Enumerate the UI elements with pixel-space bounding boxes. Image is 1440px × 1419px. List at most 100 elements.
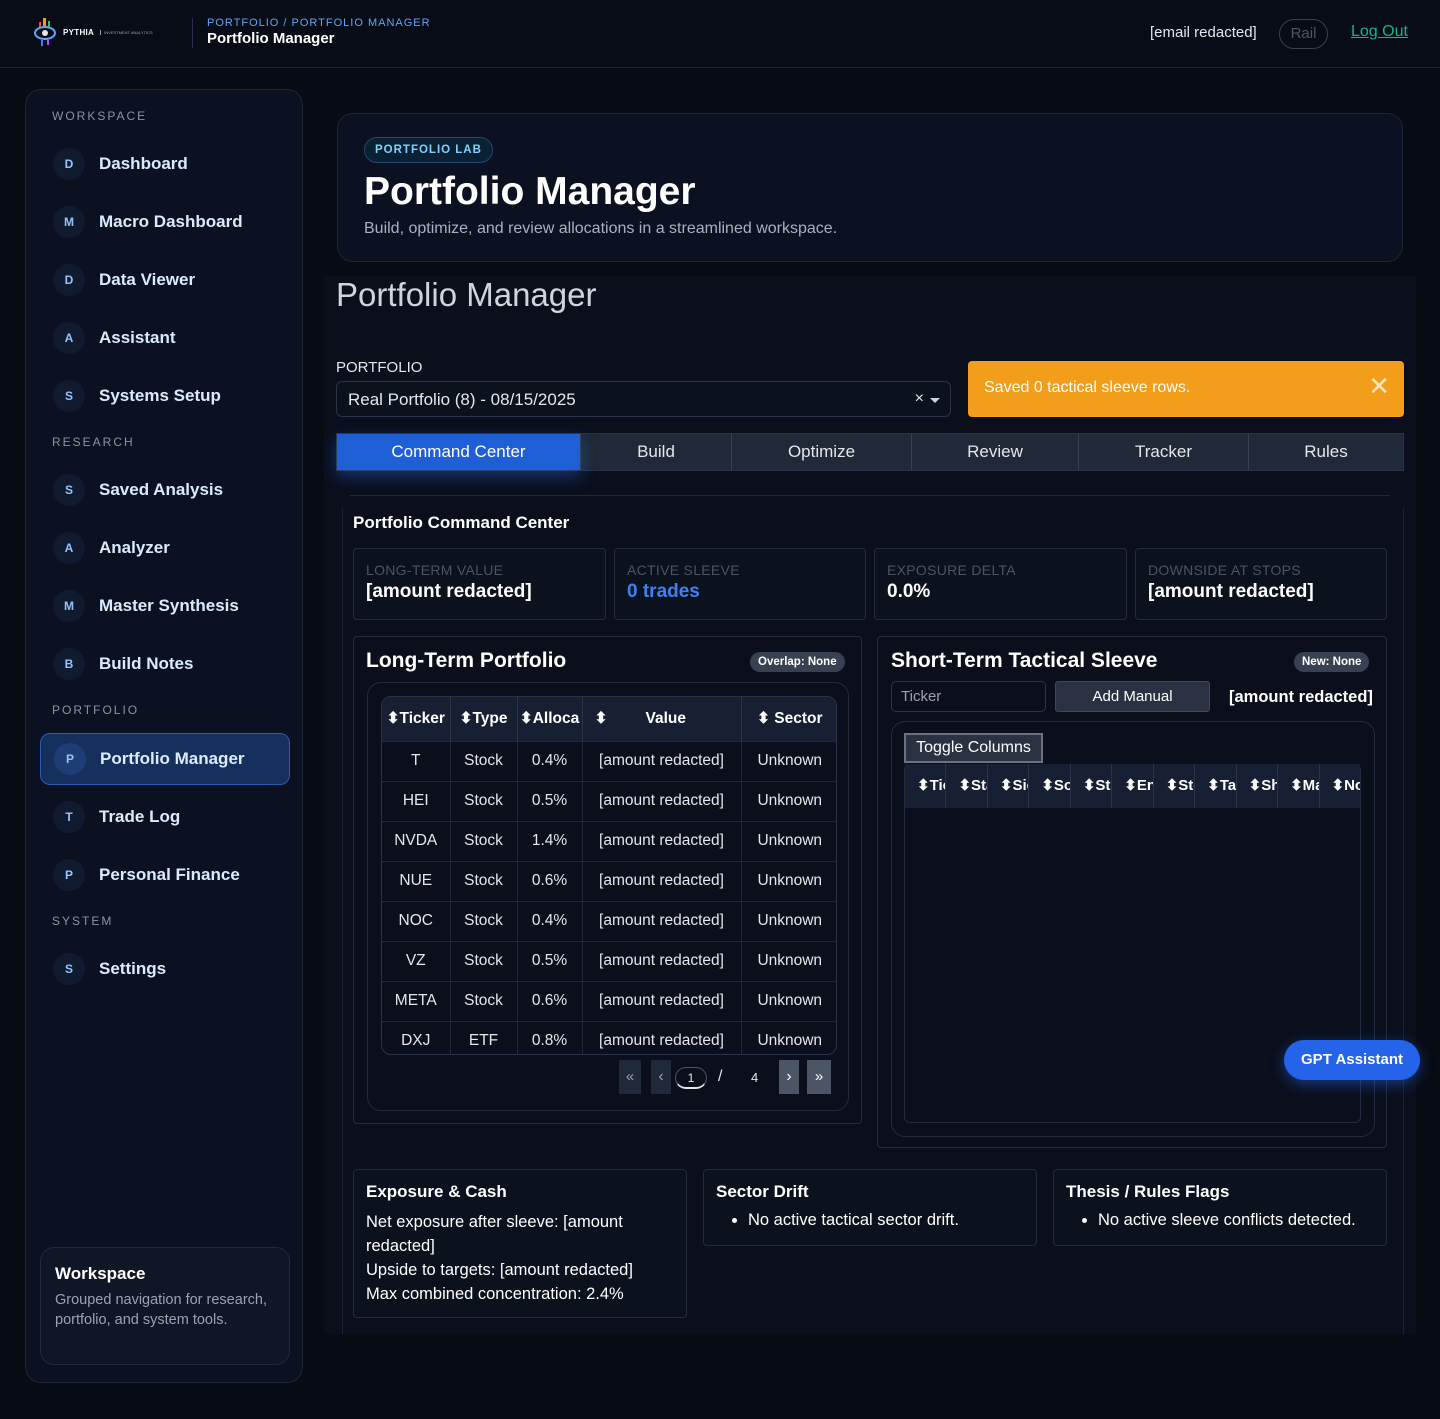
col-ticker[interactable]: ⬍Ticker (382, 697, 451, 741)
nav-badge: A (53, 532, 85, 564)
cell-sector: Unknown (741, 900, 836, 941)
table-row[interactable]: META Stock 0.6% [amount redacted] Unknown (382, 980, 836, 1021)
card-line: Max combined concentration: 2.4% (366, 1285, 624, 1303)
tab-optimize[interactable]: Optimize (732, 434, 912, 470)
sidebar-item-saved-analysis[interactable]: S Saved Analysis (40, 464, 290, 516)
sidebar-item-analyzer[interactable]: A Analyzer (40, 522, 290, 574)
card-list: No active tactical sector drift. (716, 1208, 1024, 1232)
add-manual-button[interactable]: Add Manual (1055, 681, 1210, 712)
sidebar-item-label: Saved Analysis (99, 480, 224, 499)
long-term-portfolio-panel: Long-Term Portfolio Overlap: None ⬍Ticke… (353, 636, 862, 1124)
cell-value: [amount redacted] (582, 980, 742, 1021)
ticker-input[interactable]: Ticker (891, 681, 1046, 712)
col-side[interactable]: ⬍Sic (988, 764, 1030, 808)
sidebar-item-build-notes[interactable]: B Build Notes (40, 638, 290, 690)
table-row[interactable]: HEI Stock 0.5% [amount redacted] Unknown (382, 780, 836, 821)
user-email: [email redacted] (1150, 24, 1257, 41)
cell-allocation: 0.6% (517, 860, 583, 901)
table-row[interactable]: NVDA Stock 1.4% [amount redacted] Unknown (382, 820, 836, 861)
last-page-button[interactable]: » (807, 1060, 831, 1094)
kpi-value: [amount redacted] (1148, 581, 1314, 602)
table-row[interactable]: T Stock 0.4% [amount redacted] Unknown (382, 740, 836, 781)
cell-value: [amount redacted] (582, 780, 742, 821)
logo-subtext: INVESTMENT ANALYTICS (100, 29, 153, 35)
cell-sector: Unknown (741, 860, 836, 901)
col-type[interactable]: ⬍Type (450, 697, 518, 741)
col-notes[interactable]: ⬍No (1320, 764, 1360, 808)
col-target[interactable]: ⬍Ta (1195, 764, 1237, 808)
gpt-assistant-button[interactable]: GPT Assistant (1284, 1040, 1420, 1080)
sidebar-item-systems-setup[interactable]: S Systems Setup (40, 370, 290, 422)
nav-badge: D (53, 148, 85, 180)
close-icon[interactable]: ✕ (1368, 373, 1390, 399)
sidebar-item-trade-log[interactable]: T Trade Log (40, 791, 290, 843)
tab-bar: Command Center Build Optimize Review Tra… (336, 433, 1404, 471)
sidebar-item-portfolio-manager[interactable]: P Portfolio Manager (40, 733, 290, 785)
sidebar-item-settings[interactable]: S Settings (40, 943, 290, 995)
sidebar-item-data-viewer[interactable]: D Data Viewer (40, 254, 290, 306)
clear-icon[interactable]: × (915, 390, 924, 408)
col-source[interactable]: ⬍So (1029, 764, 1071, 808)
table-row[interactable]: NOC Stock 0.4% [amount redacted] Unknown (382, 900, 836, 941)
col-allocation[interactable]: ⬍Alloca (517, 697, 583, 741)
nav-badge: A (53, 322, 85, 354)
kpi-value: 0.0% (887, 581, 931, 602)
sector-drift-card: Sector Drift No active tactical sector d… (703, 1169, 1037, 1246)
section-divider (350, 495, 1390, 496)
sort-icon: ⬍ (594, 710, 608, 728)
sidebar-item-dashboard[interactable]: D Dashboard (40, 138, 290, 190)
tab-tracker[interactable]: Tracker (1079, 434, 1249, 470)
prev-page-button[interactable]: ‹ (651, 1060, 671, 1094)
nav-badge: M (53, 206, 85, 238)
sidebar-item-assistant[interactable]: A Assistant (40, 312, 290, 364)
sidebar-item-label: Dashboard (99, 154, 188, 173)
card-body: Net exposure after sleeve: [amount redac… (366, 1210, 674, 1306)
col-entry[interactable]: ⬍En (1112, 764, 1154, 808)
cell-sector: Unknown (741, 980, 836, 1021)
tab-rules[interactable]: Rules (1249, 434, 1403, 470)
cell-value: [amount redacted] (582, 860, 742, 901)
kpi-label: ACTIVE SLEEVE (627, 562, 740, 578)
col-shares[interactable]: ⬍Sh (1237, 764, 1279, 808)
table-row[interactable]: NUE Stock 0.6% [amount redacted] Unknown (382, 860, 836, 901)
sidebar-item-label: Trade Log (99, 807, 181, 826)
long-term-title: Long-Term Portfolio (366, 649, 567, 672)
tab-build[interactable]: Build (581, 434, 732, 470)
cell-type: Stock (450, 820, 518, 861)
tab-review[interactable]: Review (912, 434, 1079, 470)
first-page-button[interactable]: « (619, 1060, 641, 1094)
breadcrumb[interactable]: PORTFOLIO / PORTFOLIO MANAGER (207, 17, 431, 29)
rail-toggle-button[interactable]: Rail (1279, 19, 1328, 49)
card-title: Exposure & Cash (366, 1182, 507, 1201)
col-value[interactable]: ⬍ Value (582, 697, 742, 741)
col-sector[interactable]: ⬍ Sector (741, 697, 836, 741)
chevron-down-icon[interactable] (930, 398, 940, 403)
col-status[interactable]: ⬍Sta (946, 764, 988, 808)
sidebar-item-master-synthesis[interactable]: M Master Synthesis (40, 580, 290, 632)
portfolio-select[interactable]: Real Portfolio (8) - 08/15/2025 × (336, 381, 951, 417)
tab-command-center[interactable]: Command Center (337, 434, 581, 470)
nav-badge: T (53, 801, 85, 833)
col-market[interactable]: ⬍Ma (1278, 764, 1320, 808)
table-row[interactable]: DXJ ETF 0.8% [amount redacted] Unknown (382, 1020, 836, 1054)
portfolio-select-value: Real Portfolio (8) - 08/15/2025 (348, 390, 576, 409)
sidebar-item-personal-finance[interactable]: P Personal Finance (40, 849, 290, 901)
sidebar-item-macro-dashboard[interactable]: M Macro Dashboard (40, 196, 290, 248)
sidebar-item-label: Analyzer (99, 538, 170, 557)
table-row[interactable]: VZ Stock 0.5% [amount redacted] Unknown (382, 940, 836, 981)
toggle-columns-button[interactable]: Toggle Columns (904, 733, 1043, 763)
cell-allocation: 0.4% (517, 900, 583, 941)
long-term-table: ⬍Ticker ⬍Type ⬍Alloca ⬍ Value ⬍ Sector TS… (382, 697, 836, 1054)
pythia-logo[interactable]: PYTHIA INVESTMENT ANALYTICS (33, 16, 153, 48)
cell-type: ETF (450, 1020, 518, 1054)
col-stop[interactable]: ⬍Sto (1154, 764, 1196, 808)
col-strategy[interactable]: ⬍Str (1071, 764, 1113, 808)
hero-subtitle: Build, optimize, and review allocations … (364, 220, 838, 237)
col-ticker[interactable]: ⬍Tic (905, 764, 947, 808)
workspace-card-text: Grouped navigation for research, portfol… (55, 1292, 267, 1328)
logout-link[interactable]: Log Out (1351, 23, 1408, 41)
kpi-long-term-value: LONG-TERM VALUE [amount redacted] (353, 548, 606, 620)
topbar-divider (192, 18, 193, 48)
next-page-button[interactable]: › (779, 1060, 799, 1094)
page-number-input[interactable]: 1 (675, 1067, 707, 1089)
